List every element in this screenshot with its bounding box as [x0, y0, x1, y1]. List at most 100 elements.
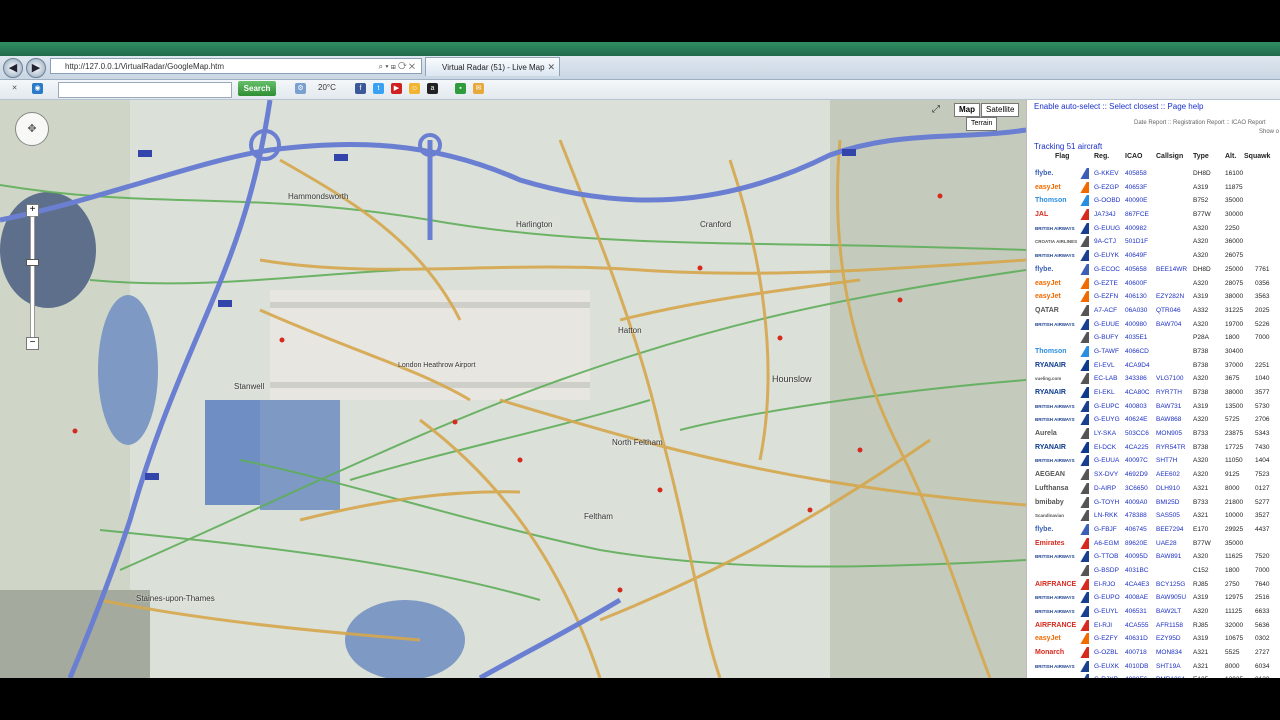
facebook-icon[interactable]: f: [355, 83, 366, 94]
forward-icon[interactable]: ▶: [26, 58, 46, 78]
aircraft-row[interactable]: flybe. G-KKEV 405858 DH8D 16100: [1027, 167, 1280, 181]
show-options-link[interactable]: Show o: [1259, 129, 1279, 135]
airline-tail-icon: [1079, 441, 1089, 453]
aircraft-row[interactable]: Scandinavian LN-RKK 478388 SAS505 A321 10000 3…: [1027, 509, 1280, 523]
aircraft-row[interactable]: QATAR A7-ACF 06A030 QTR046 A332 31225 2025: [1027, 304, 1280, 318]
cell-type: B752: [1193, 197, 1209, 205]
aircraft-row[interactable]: Thomson G-TAWF 4066CD B738 30400: [1027, 345, 1280, 359]
tab-virtual-radar[interactable]: Virtual Radar (51) - Live Map ✕: [425, 57, 560, 76]
youtube-icon[interactable]: ▶: [391, 83, 402, 94]
cell-icao: 406130: [1125, 293, 1147, 301]
zoom-slider[interactable]: [30, 216, 35, 338]
col-type[interactable]: Type: [1193, 153, 1209, 160]
cell-reg: EI-EVL: [1094, 361, 1115, 369]
back-icon[interactable]: ◀: [3, 58, 23, 78]
cell-alt: 28075: [1225, 279, 1244, 287]
cell-type: A321: [1193, 649, 1209, 657]
aircraft-row[interactable]: AIRFRANCE EI-RJO 4CA4E3 BCY125G RJ85 2750 7640: [1027, 578, 1280, 592]
aircraft-row[interactable]: Monarch G-OZBL 400718 MON834 A321 5525 2727: [1027, 646, 1280, 660]
aircraft-row[interactable]: BRITISH AIRWAYS G-EUXK 4010DB SHT19A A321 800…: [1027, 660, 1280, 674]
aircraft-row[interactable]: BRITISH AIRWAYS G-EUPC 400803 BAW731 A319 135…: [1027, 400, 1280, 414]
pan-control-icon[interactable]: ✥: [15, 112, 49, 146]
address-bar[interactable]: http://127.0.0.1/VirtualRadar/GoogleMap.…: [50, 58, 422, 74]
toolbar-logo-icon[interactable]: ◉: [32, 83, 43, 94]
address-tools-icon[interactable]: ⌕ ▾ ⊞ ⟳ ✕: [379, 59, 416, 75]
cell-alt: 23875: [1225, 430, 1244, 438]
cell-reg: SX-DVY: [1094, 471, 1119, 479]
aircraft-row[interactable]: JAL JA734J 867FCE B77W 30000: [1027, 208, 1280, 222]
cell-type: A321: [1193, 662, 1209, 670]
chat-icon[interactable]: ▪: [455, 83, 466, 94]
airline-tail-icon: [1079, 619, 1089, 631]
aircraft-row[interactable]: Thomson G-OOBD 40090E B752 35000: [1027, 194, 1280, 208]
aircraft-row[interactable]: Lufthansa D-AIRP 3C6650 DLH910 A321 8000 0127: [1027, 482, 1280, 496]
cell-reg: G-EZFY: [1094, 635, 1118, 643]
col-callsign[interactable]: Callsign: [1156, 153, 1183, 160]
reservoir-south-2: [260, 400, 340, 510]
aircraft-row[interactable]: BRITISH AIRWAYS G-EUYK 40649F A320 26075: [1027, 249, 1280, 263]
cell-alt: 11125: [1225, 608, 1243, 615]
aircraft-row[interactable]: BRITISH AIRWAYS G-EUYG 40624E BAW868 A320 572…: [1027, 413, 1280, 427]
aircraft-row[interactable]: vueling.com EC-LAB 343386 VLG7100 A320 3675 10…: [1027, 372, 1280, 386]
aircraft-row[interactable]: BRITISH AIRWAYS G-EUUA 40097C SHT7H A320 1105…: [1027, 454, 1280, 468]
aircraft-row[interactable]: RYANAIR EI-DCK 4CA225 RYR54TR B738 17725 7430: [1027, 441, 1280, 455]
col-flag[interactable]: Flag: [1055, 153, 1069, 160]
amazon-icon[interactable]: a: [427, 83, 438, 94]
cell-type: B77W: [1193, 539, 1211, 547]
map-type-map-button[interactable]: Map: [954, 103, 980, 117]
smiley-icon[interactable]: ☺: [409, 83, 420, 94]
cell-sq: 0302: [1255, 635, 1270, 643]
aircraft-row[interactable]: RYANAIR EI-EVL 4CA9D4 B738 37000 2251: [1027, 359, 1280, 373]
terrain-checkbox[interactable]: Terrain: [966, 117, 998, 131]
cell-sq: 2251: [1255, 361, 1270, 369]
aircraft-row[interactable]: flybe. G-FBJF 406745 BEE7294 E170 29925 4437: [1027, 523, 1280, 537]
cell-call: VLG7100: [1156, 375, 1184, 383]
aircraft-row[interactable]: BRITISH AIRWAYS G-EUUG 400982 A320 2250: [1027, 222, 1280, 236]
settings-icon[interactable]: ⚙: [295, 83, 306, 94]
search-button[interactable]: Search: [238, 81, 276, 96]
aircraft-row[interactable]: G-BSDP 4031BC C152 1800 7000: [1027, 564, 1280, 578]
aircraft-row[interactable]: easyJet G-EZTE 40600F A320 28075 0356: [1027, 277, 1280, 291]
aircraft-row[interactable]: BRITISH AIRWAYS G-TTOB 40095D BAW891 A320 116…: [1027, 550, 1280, 564]
aircraft-row[interactable]: easyJet G-EZFN 406130 EZY282N A319 38000 3563: [1027, 290, 1280, 304]
aircraft-row[interactable]: AIRFRANCE EI-RJI 4CA555 AFR1158 RJ85 32000 563…: [1027, 619, 1280, 633]
cell-alt: 36000: [1225, 238, 1244, 246]
aircraft-row[interactable]: G-BUFY 4035E1 P28A 1800 7000: [1027, 331, 1280, 345]
col-icao[interactable]: ICAO: [1125, 153, 1143, 160]
aircraft-row[interactable]: BRITISH AIRWAYS G-EUUE 400980 BAW704 A320 197…: [1027, 318, 1280, 332]
cell-reg: G-EUYL: [1094, 608, 1119, 615]
cell-alt: 1800: [1225, 334, 1240, 342]
col-alt[interactable]: Alt.: [1225, 153, 1236, 160]
panel-links[interactable]: Enable auto-select :: Select closest :: …: [1034, 102, 1203, 111]
map-type-satellite-button[interactable]: Satellite: [981, 103, 1020, 117]
close-tab-icon[interactable]: ✕: [547, 58, 555, 77]
aircraft-row[interactable]: easyJet G-EZGP 40653F A319 11875: [1027, 181, 1280, 195]
col-squawk[interactable]: Squawk: [1244, 153, 1270, 160]
twitter-icon[interactable]: t: [373, 83, 384, 94]
aircraft-row[interactable]: bmibaby G-TOYH 4009A0 BMI25D B733 21800 5277: [1027, 496, 1280, 510]
aircraft-row[interactable]: CROATIA AIRLINES 9A-CTJ 501D1F A320 36000: [1027, 235, 1280, 249]
toolbar-search-input[interactable]: [58, 82, 232, 98]
map-canvas[interactable]: [0, 100, 1026, 678]
aircraft-row[interactable]: BRITISH AIRWAYS G-EUYL 406531 BAW2LT A320 111…: [1027, 605, 1280, 619]
zoom-slider-handle[interactable]: [26, 259, 39, 266]
zoom-out-icon[interactable]: −: [26, 337, 39, 350]
aircraft-row[interactable]: RYANAIR EI-EKL 4CA80C RYR7TH B738 38000 3577: [1027, 386, 1280, 400]
aircraft-row[interactable]: easyJet G-EZFY 40631D EZY95D A319 10675 0302: [1027, 632, 1280, 646]
close-toolbar-icon[interactable]: ✕: [9, 83, 20, 94]
fullscreen-icon[interactable]: ⤢: [932, 104, 940, 115]
col-reg[interactable]: Reg.: [1094, 153, 1109, 160]
mail-icon[interactable]: ✉: [473, 83, 484, 94]
aircraft-row[interactable]: AEGEAN SX-DVY 4692D9 AEE602 A320 9125 7523: [1027, 468, 1280, 482]
live-map[interactable]: Hounslow Staines-upon-Thames Hammondswor…: [0, 100, 1026, 678]
cell-reg: G-EZGP: [1094, 183, 1119, 191]
tab-title: Virtual Radar (51) - Live Map: [442, 63, 545, 72]
aircraft-row[interactable]: flybe. G-ECOC 405658 BEE14WR DH8D 25000 7761: [1027, 263, 1280, 277]
aircraft-row[interactable]: BRITISH AIRWAYS G-EUPO 4008AE BAW905U A319 12…: [1027, 591, 1280, 605]
weather-temperature[interactable]: 20°C: [318, 83, 336, 92]
aircraft-row[interactable]: Aurela LY-SKA 503CC6 MON905 B733 23875 5343: [1027, 427, 1280, 441]
aircraft-row[interactable]: BRITISH AIRWAYSG-RJXP4008E6BMR1264E13513…: [1027, 673, 1280, 678]
report-links[interactable]: Date Report :: Registration Report :: IC…: [1134, 120, 1266, 126]
cell-alt: 38000: [1225, 389, 1244, 396]
aircraft-row[interactable]: Emirates A6-EGM 89620E UAE28 B77W 35000: [1027, 537, 1280, 551]
